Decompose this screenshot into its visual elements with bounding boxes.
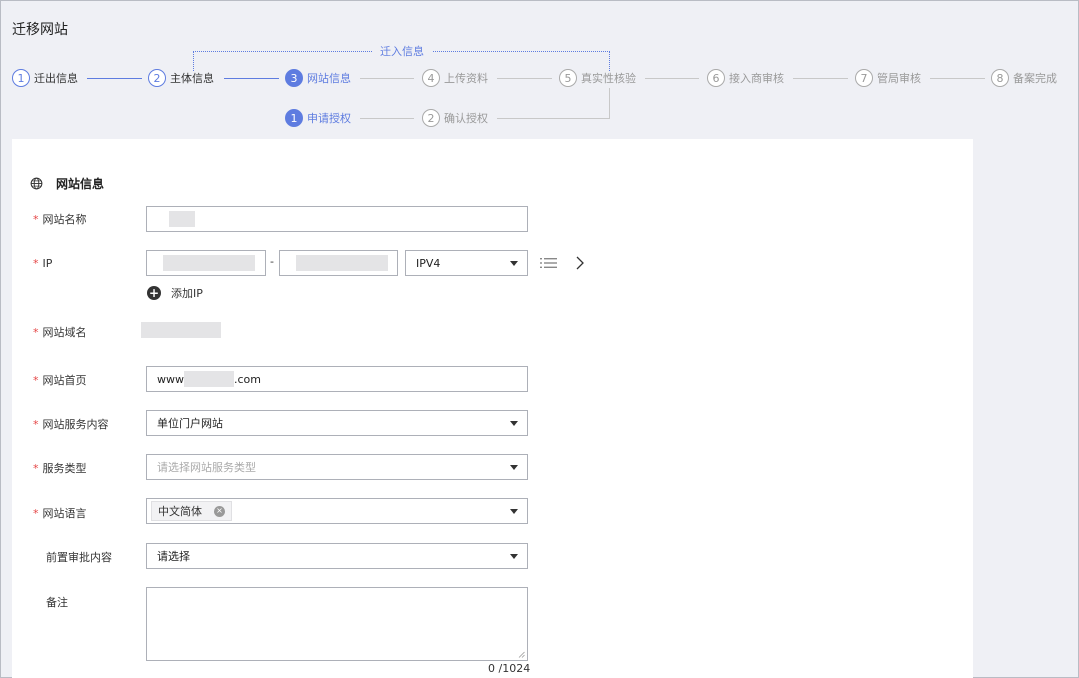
step-group-label: 迁入信息 bbox=[372, 43, 432, 59]
ip-version-value: IPV4 bbox=[416, 256, 441, 270]
step-label: 申请授权 bbox=[307, 112, 351, 125]
step-label: 确认授权 bbox=[444, 112, 488, 125]
section-title: 网站信息 bbox=[30, 175, 105, 192]
service-content-value: 单位门户网站 bbox=[157, 417, 223, 430]
step-connector bbox=[360, 118, 414, 119]
plus-circle-icon: + bbox=[147, 286, 161, 300]
step-label: 主体信息 bbox=[170, 72, 214, 85]
step-label: 接入商审核 bbox=[729, 72, 784, 85]
step-8[interactable]: 8 备案完成 bbox=[991, 68, 1057, 88]
clear-tag-icon[interactable]: × bbox=[214, 505, 225, 517]
step-5[interactable]: 5 真实性核验 bbox=[559, 68, 636, 88]
site-name-input[interactable] bbox=[146, 206, 528, 232]
required-mark: * bbox=[33, 462, 39, 475]
step-4[interactable]: 4 上传资料 bbox=[422, 68, 488, 88]
remark-counter: 0 /1024 bbox=[488, 662, 531, 675]
group-bracket bbox=[609, 88, 610, 119]
step-7[interactable]: 7 管局审核 bbox=[855, 68, 921, 88]
required-mark: * bbox=[33, 507, 39, 520]
step-label: 上传资料 bbox=[444, 72, 488, 85]
step-number: 2 bbox=[148, 69, 166, 87]
required-mark: * bbox=[33, 257, 39, 270]
step-connector bbox=[497, 78, 552, 79]
service-type-placeholder: 请选择网站服务类型 bbox=[157, 461, 256, 474]
step-number: 4 bbox=[422, 69, 440, 87]
remark-textarea[interactable] bbox=[146, 587, 528, 661]
caret-down-icon bbox=[510, 261, 518, 266]
homepage-suffix: .com bbox=[234, 372, 261, 386]
pre-approval-select[interactable]: 请选择 bbox=[146, 543, 528, 569]
section-title-text: 网站信息 bbox=[56, 177, 105, 191]
step-number: 3 bbox=[285, 69, 303, 87]
step-number: 2 bbox=[422, 109, 440, 127]
ip-version-select[interactable]: IPV4 bbox=[405, 250, 528, 276]
language-select[interactable]: 中文简体 × bbox=[146, 498, 528, 524]
redacted-value bbox=[163, 255, 255, 271]
domain-label: * 网站域名 bbox=[33, 326, 87, 339]
domain-value bbox=[141, 322, 221, 338]
caret-down-icon bbox=[510, 509, 518, 514]
step-2[interactable]: 2 主体信息 bbox=[148, 68, 214, 88]
substep-2[interactable]: 2 确认授权 bbox=[422, 108, 488, 128]
step-label: 备案完成 bbox=[1013, 72, 1057, 85]
list-icon[interactable] bbox=[540, 257, 558, 269]
service-type-select[interactable]: 请选择网站服务类型 bbox=[146, 454, 528, 480]
homepage-prefix: www bbox=[157, 372, 184, 386]
step-connector bbox=[87, 78, 142, 79]
chevron-right-icon[interactable] bbox=[575, 256, 585, 270]
pre-approval-label: 前置审批内容 bbox=[46, 551, 112, 564]
step-number: 7 bbox=[855, 69, 873, 87]
step-connector bbox=[793, 78, 848, 79]
step-number: 6 bbox=[707, 69, 725, 87]
resize-handle-icon[interactable] bbox=[518, 651, 525, 658]
step-1[interactable]: 1 迁出信息 bbox=[12, 68, 78, 88]
ip-label: * IP bbox=[33, 257, 53, 270]
ip-range-separator: - bbox=[270, 255, 274, 268]
service-content-label: * 网站服务内容 bbox=[33, 418, 109, 431]
step-number: 8 bbox=[991, 69, 1009, 87]
redacted-value bbox=[296, 255, 388, 271]
step-label: 真实性核验 bbox=[581, 72, 636, 85]
site-name-label: * 网站名称 bbox=[33, 213, 87, 226]
step-3[interactable]: 3 网站信息 bbox=[285, 68, 351, 88]
step-number: 1 bbox=[12, 69, 30, 87]
service-type-label: * 服务类型 bbox=[33, 462, 87, 475]
step-connector bbox=[497, 118, 610, 119]
ip-start-input[interactable] bbox=[146, 250, 266, 276]
step-number: 5 bbox=[559, 69, 577, 87]
step-label: 管局审核 bbox=[877, 72, 921, 85]
caret-down-icon bbox=[510, 554, 518, 559]
required-mark: * bbox=[33, 213, 39, 226]
step-label: 网站信息 bbox=[307, 72, 351, 85]
service-content-select[interactable]: 单位门户网站 bbox=[146, 410, 528, 436]
step-connector bbox=[360, 78, 414, 79]
caret-down-icon bbox=[510, 421, 518, 426]
step-number: 1 bbox=[285, 109, 303, 127]
step-connector bbox=[645, 78, 699, 79]
language-label: * 网站语言 bbox=[33, 507, 87, 520]
step-6[interactable]: 6 接入商审核 bbox=[707, 68, 784, 88]
redacted-value bbox=[169, 211, 195, 227]
globe-icon bbox=[30, 177, 43, 190]
step-label: 迁出信息 bbox=[34, 72, 78, 85]
ip-end-input[interactable] bbox=[279, 250, 398, 276]
page-title: 迁移网站 bbox=[12, 22, 68, 38]
required-mark: * bbox=[33, 418, 39, 431]
language-tag-label: 中文简体 bbox=[158, 505, 202, 518]
step-connector bbox=[930, 78, 985, 79]
remark-label: 备注 bbox=[46, 596, 68, 609]
language-tag: 中文简体 × bbox=[151, 501, 232, 521]
add-ip-button[interactable]: + 添加IP bbox=[147, 285, 203, 301]
required-mark: * bbox=[33, 326, 39, 339]
required-mark: * bbox=[33, 374, 39, 387]
pre-approval-value: 请选择 bbox=[157, 550, 190, 563]
step-connector bbox=[224, 78, 279, 79]
substep-1[interactable]: 1 申请授权 bbox=[285, 108, 351, 128]
homepage-input[interactable]: www .com bbox=[146, 366, 528, 392]
add-ip-label: 添加IP bbox=[171, 287, 203, 300]
caret-down-icon bbox=[510, 465, 518, 470]
redacted-value bbox=[184, 371, 234, 387]
homepage-label: * 网站首页 bbox=[33, 374, 87, 387]
